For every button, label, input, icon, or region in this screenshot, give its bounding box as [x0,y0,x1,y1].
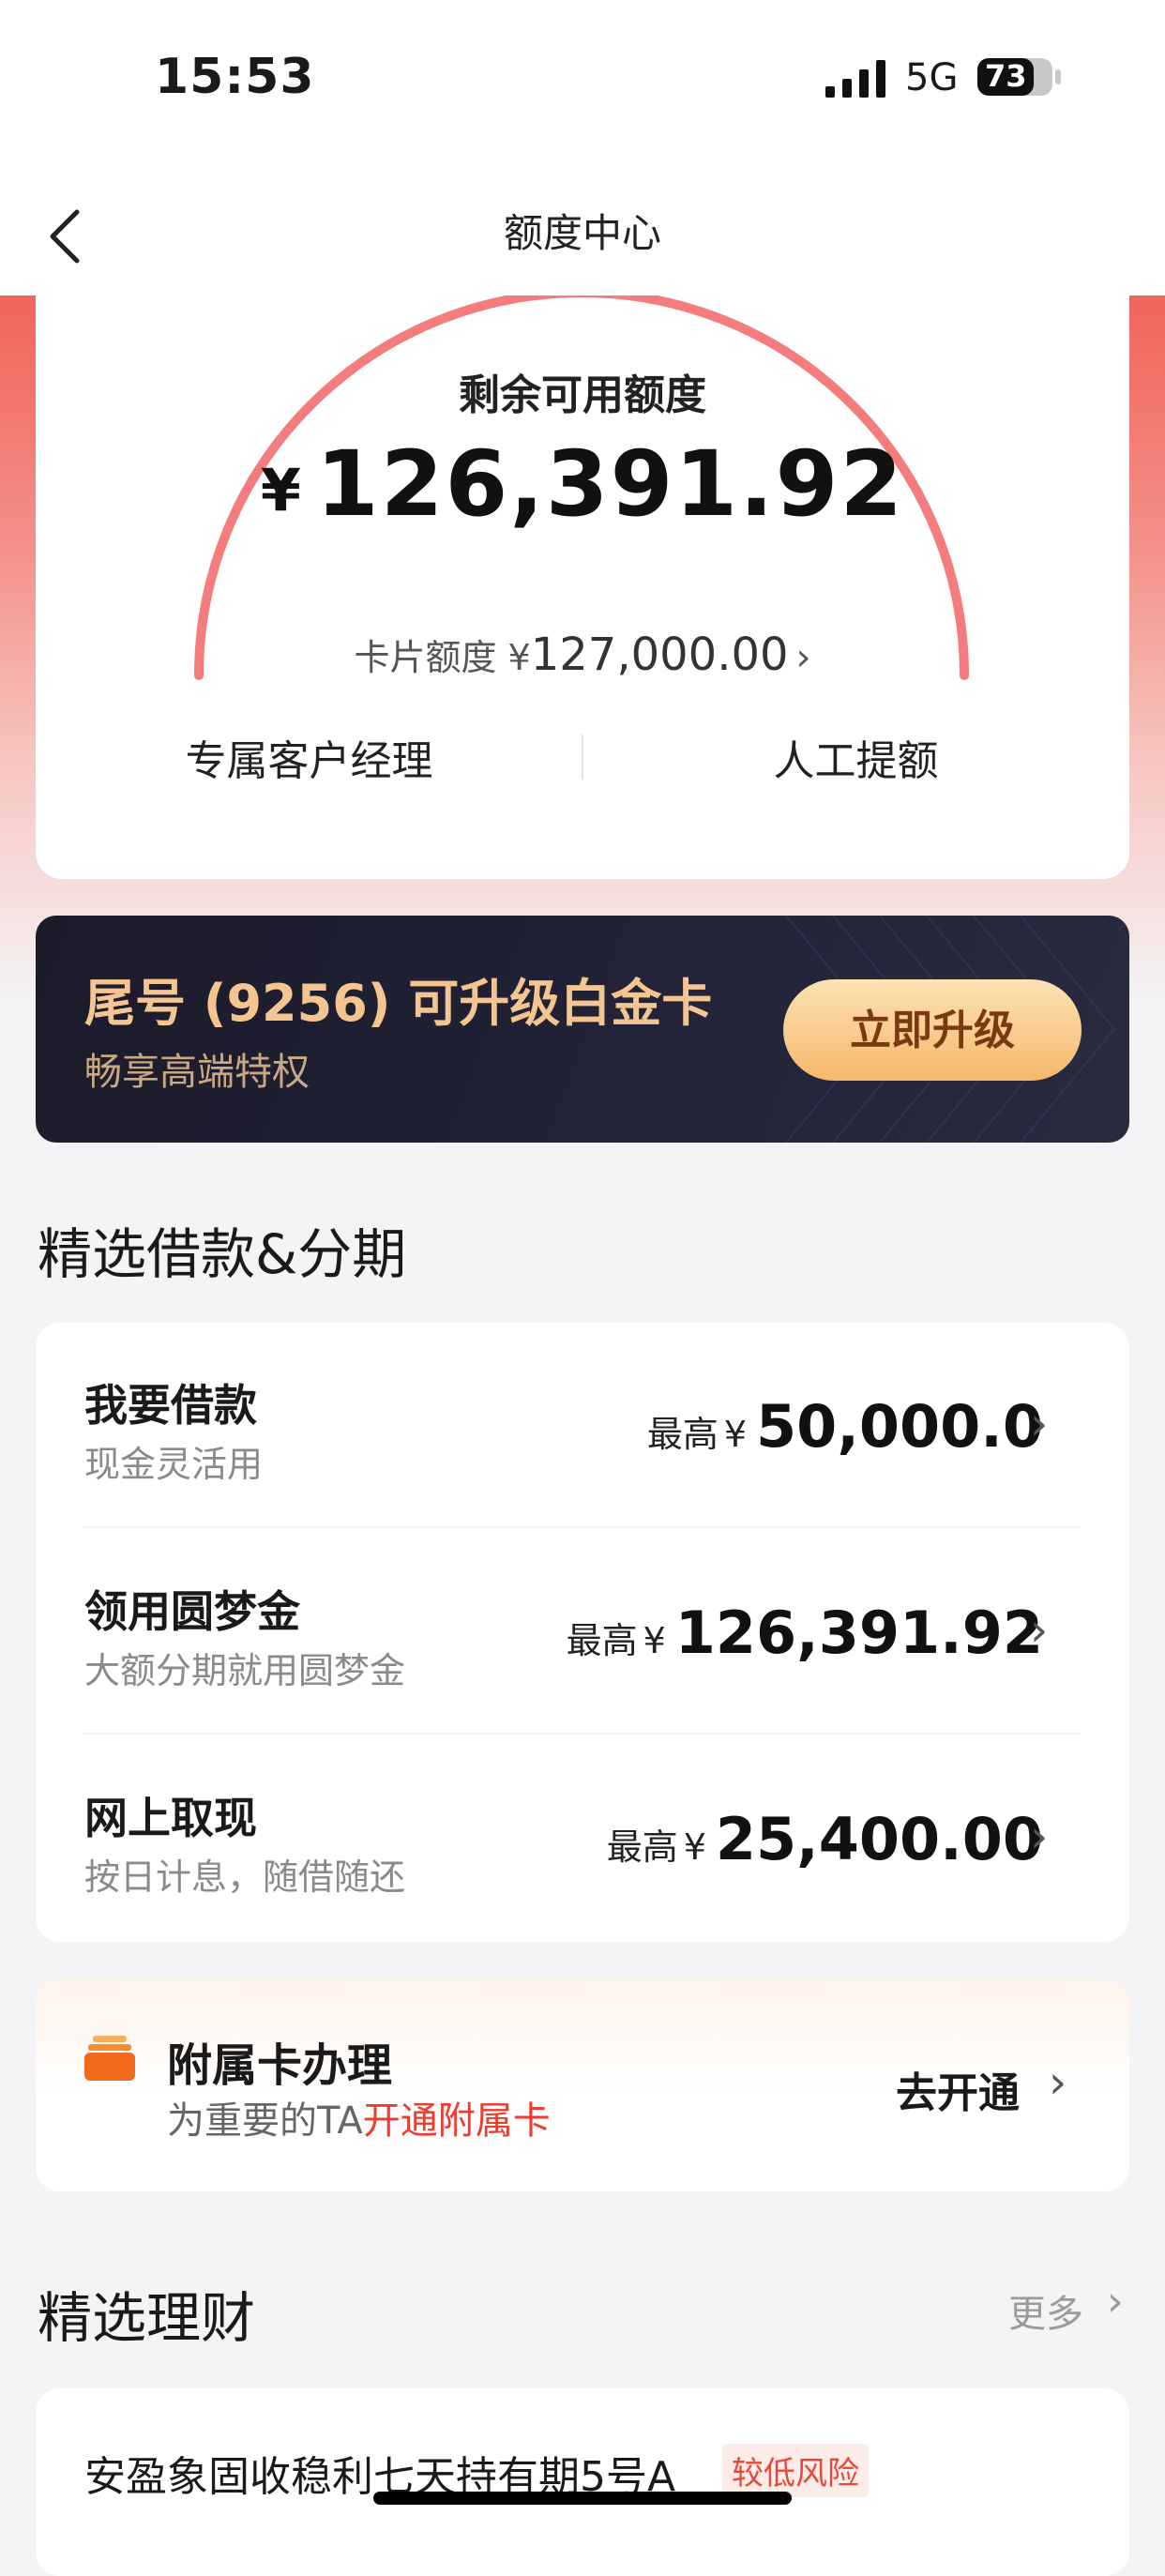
loan-section-title: 精选借款&分期 [38,1222,407,1286]
chevron-right-icon: › [1107,2278,1124,2326]
loan-row-title: 网上取现 [84,1793,257,1843]
chevron-right-icon: › [795,636,811,679]
battery-level: 73 [985,58,1027,94]
max-label: 最高 [566,1620,638,1661]
remaining-credit-amount: ¥126,391.92 [0,432,1165,537]
supplementary-subtitle-highlight: 开通附属卡 [362,2099,551,2143]
chevron-right-icon: › [1030,1811,1049,1863]
upgrade-now-button[interactable]: 立即升级 [783,979,1082,1081]
page-title: 额度中心 [503,210,661,256]
loan-row-title: 领用圆梦金 [84,1586,300,1637]
chevron-right-icon: › [1049,2056,1067,2109]
max-label: 最高 [606,1826,678,1868]
upgrade-subtitle: 畅享高端特权 [84,1051,310,1094]
supplementary-title: 附属卡办理 [167,2039,393,2092]
card-limit-label: 卡片额度 ¥ [354,637,531,678]
manual-increase-link[interactable]: 人工提额 [582,727,1129,787]
loan-row-subtitle: 现金灵活用 [84,1444,264,1485]
signal-icon [825,60,885,98]
amount-value: 50,000.0 [756,1392,1043,1461]
loan-row-amount: 最高 ¥25,400.00 [607,1805,1043,1873]
supplementary-subtitle-prefix: 为重要的TA [167,2099,363,2143]
loan-row-subtitle: 按日计息，随借随还 [84,1856,406,1898]
chevron-right-icon: › [1030,1398,1049,1450]
finance-section-title: 精选理财 [38,2286,256,2350]
remaining-credit-label: 剩余可用额度 [459,371,706,419]
open-supplementary-button[interactable]: 去开通 [896,2059,1020,2119]
loan-row-subtitle: 大额分期就用圆梦金 [84,1650,406,1691]
status-time: 15:53 [155,49,315,105]
remaining-amount-value: 126,391.92 [315,432,905,537]
currency-symbol: ¥ [643,1620,666,1661]
battery-icon: 73 [977,56,1062,98]
card-stack-icon [84,2036,135,2081]
home-indicator [373,2492,792,2505]
currency-symbol: ¥ [260,456,303,525]
loan-row-title: 我要借款 [84,1380,257,1431]
card-limit-link[interactable]: 卡片额度 ¥127,000.00 › [0,629,1165,681]
chevron-right-icon: › [1030,1604,1049,1657]
currency-symbol: ¥ [723,1414,748,1455]
more-link[interactable]: 更多 [1008,2283,1083,2338]
account-manager-link[interactable]: 专属客户经理 [36,727,582,787]
supplementary-subtitle: 为重要的TA开通附属卡 [167,2090,551,2144]
loan-row-amount: 最高 ¥50,000.0 [647,1392,1043,1461]
risk-badge: 较低风险 [722,2444,869,2497]
amount-value: 25,400.00 [715,1805,1043,1873]
upgrade-title: 尾号 (9256) 可升级白金卡 [84,974,713,1033]
currency-symbol: ¥ [683,1826,706,1868]
max-label: 最高 [646,1414,719,1455]
loan-row-amount: 最高 ¥126,391.92 [567,1599,1043,1667]
amount-value: 126,391.92 [674,1599,1043,1667]
card-limit-value: 127,000.00 [530,629,789,681]
network-type: 5G [905,56,959,99]
